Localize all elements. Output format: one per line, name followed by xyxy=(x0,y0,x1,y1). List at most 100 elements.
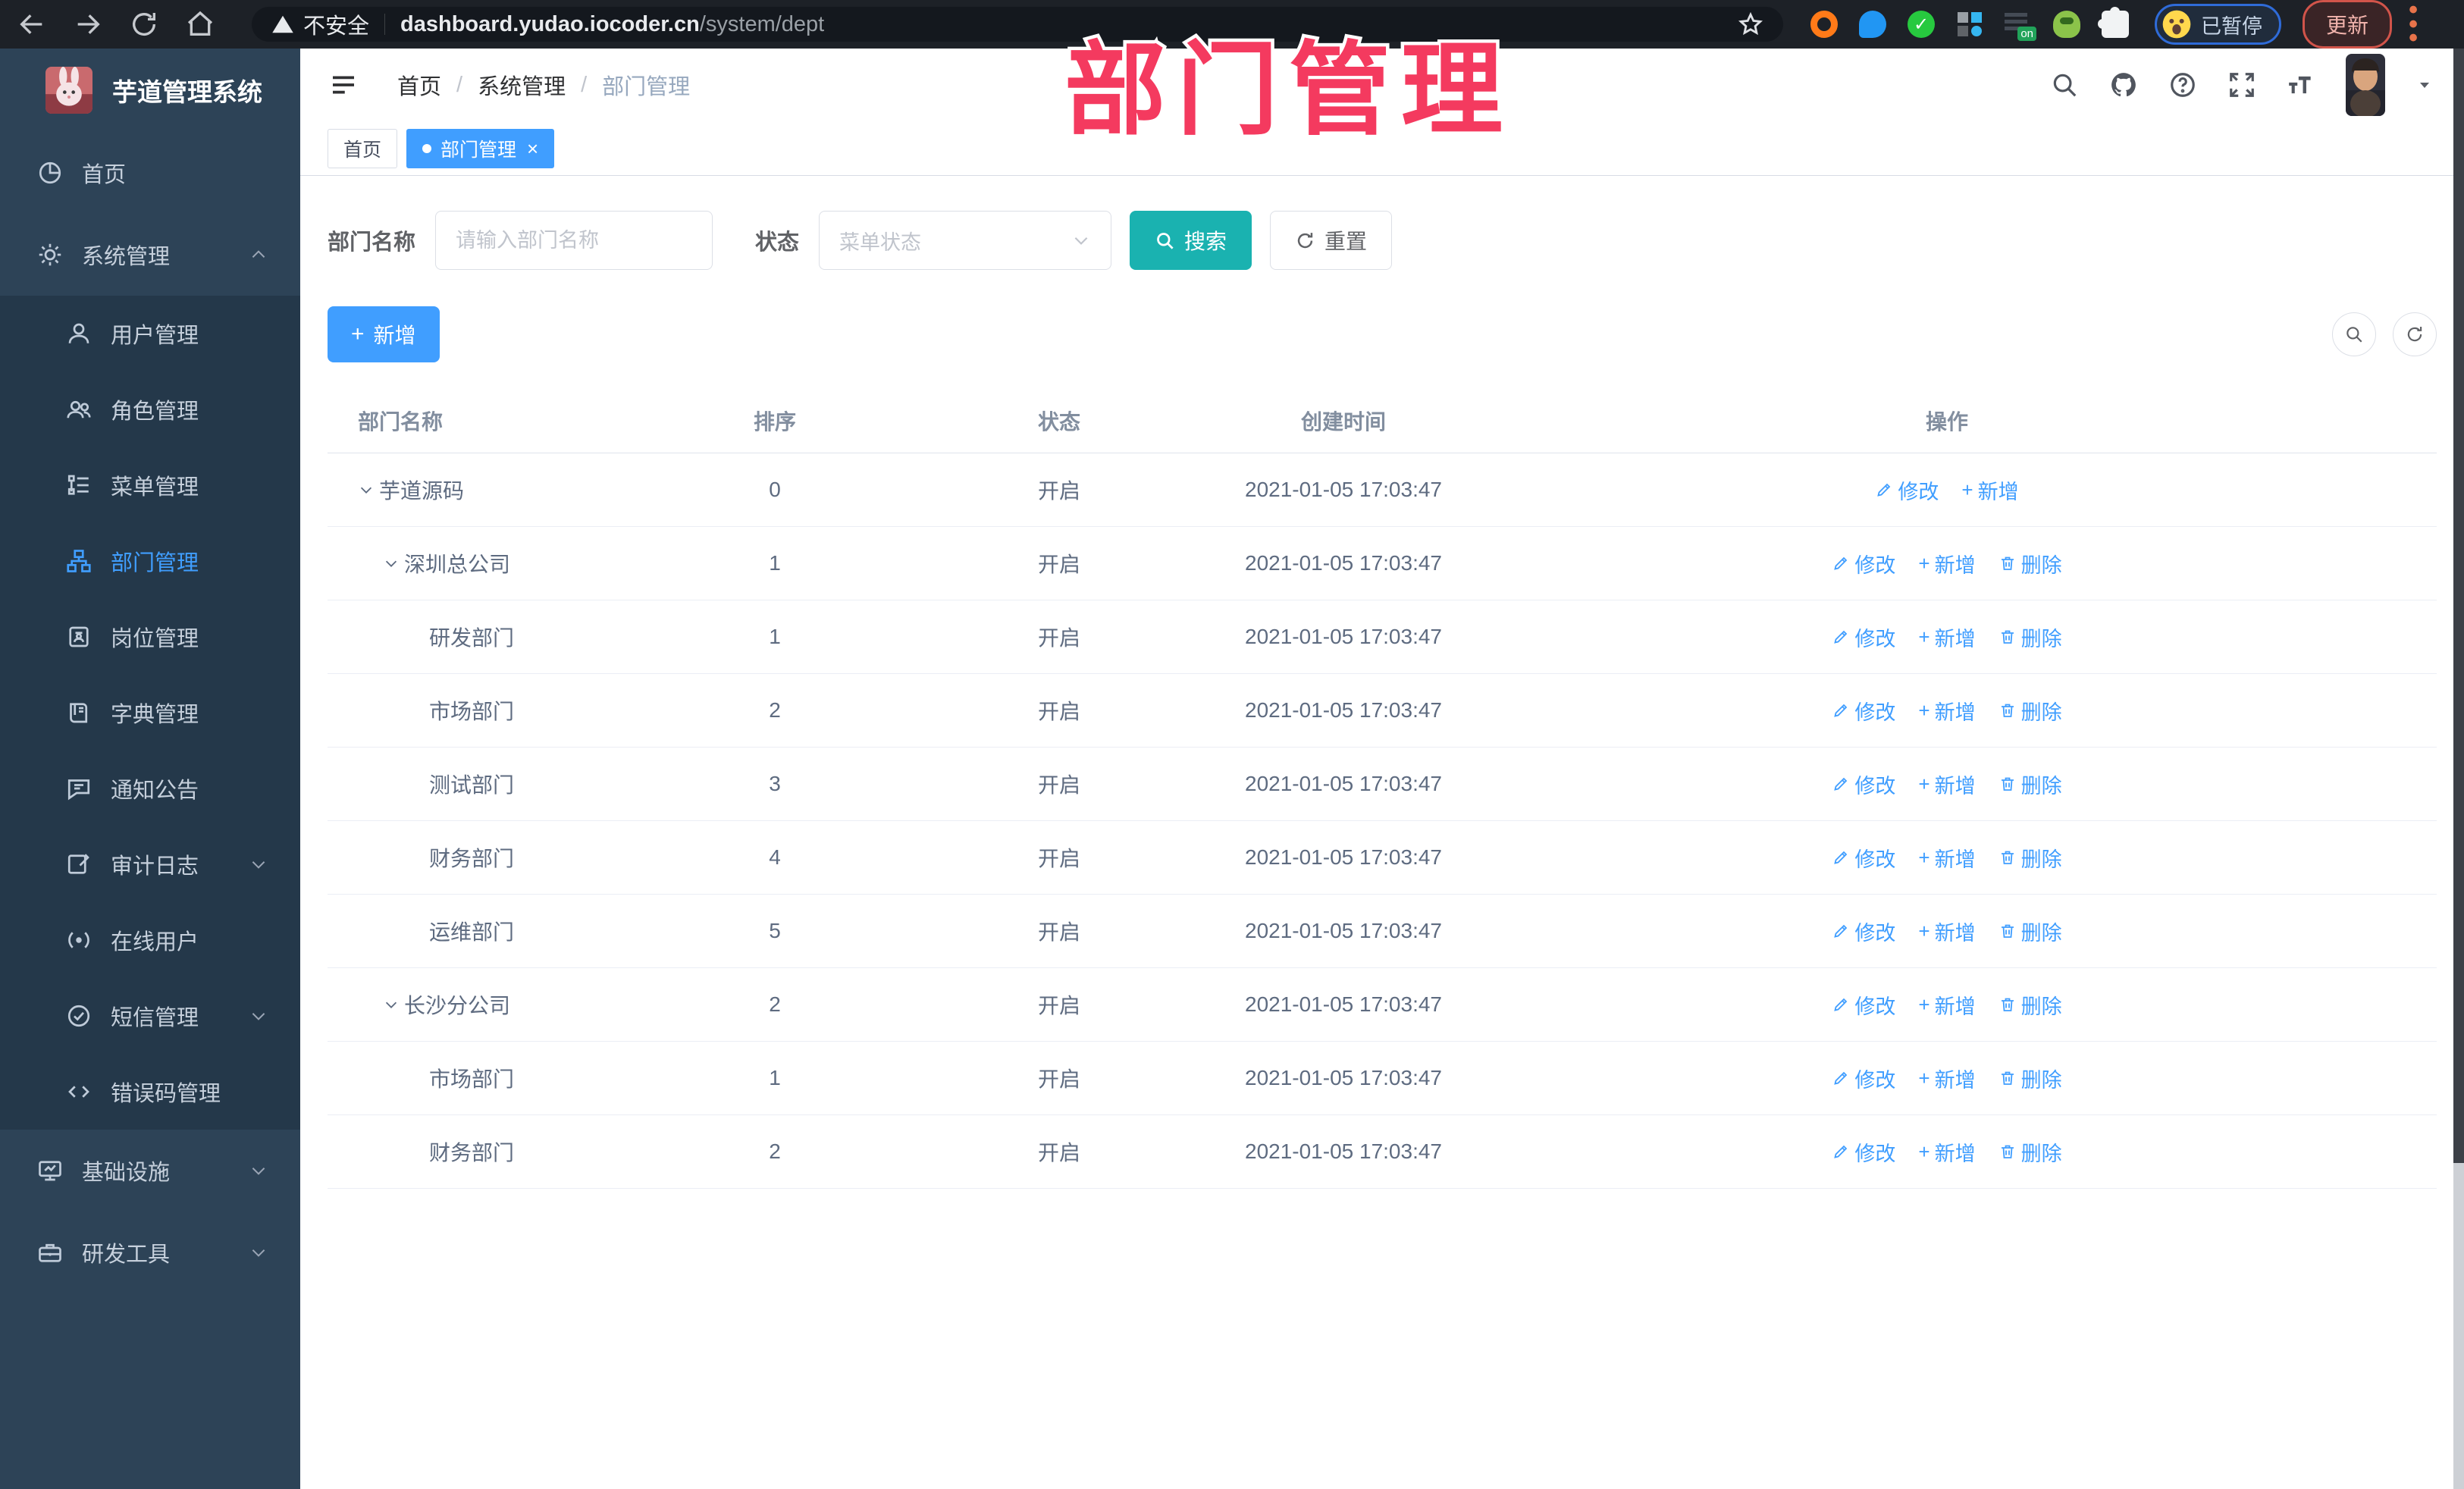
delete-action[interactable]: 删除 xyxy=(1998,549,2062,578)
delete-action[interactable]: 删除 xyxy=(1998,917,2062,946)
user-avatar[interactable] xyxy=(2346,54,2385,116)
avatar-caret-icon[interactable] xyxy=(2415,76,2434,94)
plus-icon: + xyxy=(1918,846,1930,869)
sort-cell: 3 xyxy=(769,772,781,795)
edit-icon xyxy=(1834,1145,1848,1158)
on-badge-extension-icon[interactable]: on xyxy=(2005,11,2036,41)
column-header-操作: 操作 xyxy=(1925,409,1968,434)
security-label[interactable]: 不安全 xyxy=(303,8,369,40)
sidebar-item-系统管理[interactable]: 系统管理 xyxy=(0,214,300,296)
edit-icon xyxy=(1834,777,1848,791)
sidebar-item-短信管理[interactable]: 短信管理 xyxy=(0,978,300,1054)
search-icon[interactable] xyxy=(2050,71,2079,99)
add-action[interactable]: + 新增 xyxy=(1918,696,1975,726)
chevron-down-icon xyxy=(252,1168,265,1175)
delete-action[interactable]: 删除 xyxy=(1998,770,2062,799)
delete-action[interactable]: 删除 xyxy=(1998,622,2062,652)
edit-action[interactable]: 修改 xyxy=(1832,990,1895,1020)
actions-cell: 修改 + 新增 删除 xyxy=(1457,770,2437,799)
dept-name-input[interactable] xyxy=(435,211,713,270)
add-action[interactable]: + 新增 xyxy=(1918,1137,1975,1167)
edit-action[interactable]: 修改 xyxy=(1875,475,1939,505)
reset-button[interactable]: 重置 xyxy=(1270,211,1393,270)
page-url[interactable]: dashboard.yudao.iocoder.cn/system/dept xyxy=(400,12,824,37)
home-icon[interactable] xyxy=(185,9,215,39)
sidebar-item-角色管理[interactable]: 角色管理 xyxy=(0,371,300,447)
edit-action[interactable]: 修改 xyxy=(1832,549,1895,578)
orange-ring-extension-icon[interactable] xyxy=(1810,11,1838,38)
sidebar-item-基础设施[interactable]: 基础设施 xyxy=(0,1130,300,1212)
edit-action[interactable]: 修改 xyxy=(1832,770,1895,799)
github-icon[interactable] xyxy=(2109,71,2138,99)
add-action[interactable]: + 新增 xyxy=(1961,475,2018,505)
sidebar-item-部门管理[interactable]: 部门管理 xyxy=(0,523,300,599)
search-button[interactable]: 搜索 xyxy=(1130,211,1252,270)
sidebar-item-错误码管理[interactable]: 错误码管理 xyxy=(0,1054,300,1130)
delete-action[interactable]: 删除 xyxy=(1998,1137,2062,1167)
help-icon[interactable] xyxy=(2168,71,2197,99)
sidebar-item-首页[interactable]: 首页 xyxy=(0,132,300,214)
grid-extension-icon[interactable] xyxy=(1956,11,1983,38)
spy-extension-icon[interactable] xyxy=(2053,11,2080,38)
edit-action[interactable]: 修改 xyxy=(1832,1137,1895,1167)
refresh-table-button[interactable] xyxy=(2393,312,2437,356)
tab-部门管理[interactable]: 部门管理 × xyxy=(406,128,555,168)
sidebar-item-审计日志[interactable]: 审计日志 xyxy=(0,826,300,902)
browser-menu-icon[interactable]: • • • xyxy=(2406,0,2421,51)
toggle-search-button[interactable] xyxy=(2332,312,2376,356)
add-action[interactable]: + 新增 xyxy=(1918,1064,1975,1093)
edit-action[interactable]: 修改 xyxy=(1832,917,1895,946)
hamburger-icon[interactable] xyxy=(328,69,359,101)
create-time-cell: 2021-01-05 17:03:47 xyxy=(1245,845,1442,869)
sidebar-item-通知公告[interactable]: 通知公告 xyxy=(0,751,300,826)
sidebar-item-研发工具[interactable]: 研发工具 xyxy=(0,1212,300,1293)
edit-action[interactable]: 修改 xyxy=(1832,696,1895,726)
fullscreen-icon[interactable] xyxy=(2227,71,2256,99)
sidebar-item-在线用户[interactable]: 在线用户 xyxy=(0,902,300,978)
profile-paused-chip[interactable]: 已暂停 xyxy=(2155,4,2281,45)
tab-首页[interactable]: 首页 xyxy=(328,128,398,168)
green-check-extension-icon[interactable]: ✓ xyxy=(1908,11,1935,38)
close-tab-icon[interactable]: × xyxy=(527,139,538,158)
add-action[interactable]: + 新增 xyxy=(1918,917,1975,946)
add-action[interactable]: + 新增 xyxy=(1918,843,1975,873)
sidebar-item-菜单管理[interactable]: 菜单管理 xyxy=(0,447,300,523)
bookmark-star-icon[interactable] xyxy=(1738,11,1763,37)
dept-name-cell: 深圳总公司 xyxy=(328,548,661,578)
sidebar-item-岗位管理[interactable]: 岗位管理 xyxy=(0,599,300,675)
address-bar[interactable]: 不安全 dashboard.yudao.iocoder.cn/system/de… xyxy=(252,7,1783,42)
app-logo-row[interactable]: 芋道管理系统 xyxy=(0,49,300,132)
dept-name-cell: 财务部门 xyxy=(429,1141,515,1165)
edit-action[interactable]: 修改 xyxy=(1832,622,1895,652)
status-cell: 开启 xyxy=(1037,847,1080,870)
breadcrumb-item[interactable]: 首页 xyxy=(397,69,441,101)
scrollbar-thumb[interactable] xyxy=(2453,49,2464,1163)
breadcrumb-item[interactable]: 系统管理 xyxy=(478,69,566,101)
add-action[interactable]: + 新增 xyxy=(1918,622,1975,652)
table-toolbar: + 新增 xyxy=(328,306,2437,362)
forward-icon[interactable] xyxy=(73,9,103,39)
font-size-icon[interactable] xyxy=(2287,71,2315,99)
blue-pin-extension-icon[interactable] xyxy=(1859,11,1886,38)
delete-action[interactable]: 删除 xyxy=(1998,1064,2062,1093)
reload-icon[interactable] xyxy=(129,9,159,39)
edit-action[interactable]: 修改 xyxy=(1832,1064,1895,1093)
delete-action[interactable]: 删除 xyxy=(1998,990,2062,1020)
expand-arrow-icon[interactable] xyxy=(358,481,375,498)
add-action[interactable]: + 新增 xyxy=(1918,770,1975,799)
add-button[interactable]: + 新增 xyxy=(328,306,440,362)
puzzle-extension-icon[interactable] xyxy=(2098,7,2129,38)
status-select[interactable]: 菜单状态 xyxy=(819,211,1112,270)
expand-arrow-icon[interactable] xyxy=(383,996,400,1013)
add-action[interactable]: + 新增 xyxy=(1918,990,1975,1020)
sidebar-item-用户管理[interactable]: 用户管理 xyxy=(0,296,300,371)
delete-action[interactable]: 删除 xyxy=(1998,843,2062,873)
edit-action[interactable]: 修改 xyxy=(1832,843,1895,873)
back-icon[interactable] xyxy=(17,9,47,39)
add-action[interactable]: + 新增 xyxy=(1918,549,1975,578)
update-button[interactable]: 更新 xyxy=(2303,0,2393,49)
delete-action[interactable]: 删除 xyxy=(1998,696,2062,726)
page-scrollbar[interactable] xyxy=(2453,49,2464,1489)
expand-arrow-icon[interactable] xyxy=(383,555,400,572)
sidebar-item-字典管理[interactable]: 字典管理 xyxy=(0,675,300,751)
